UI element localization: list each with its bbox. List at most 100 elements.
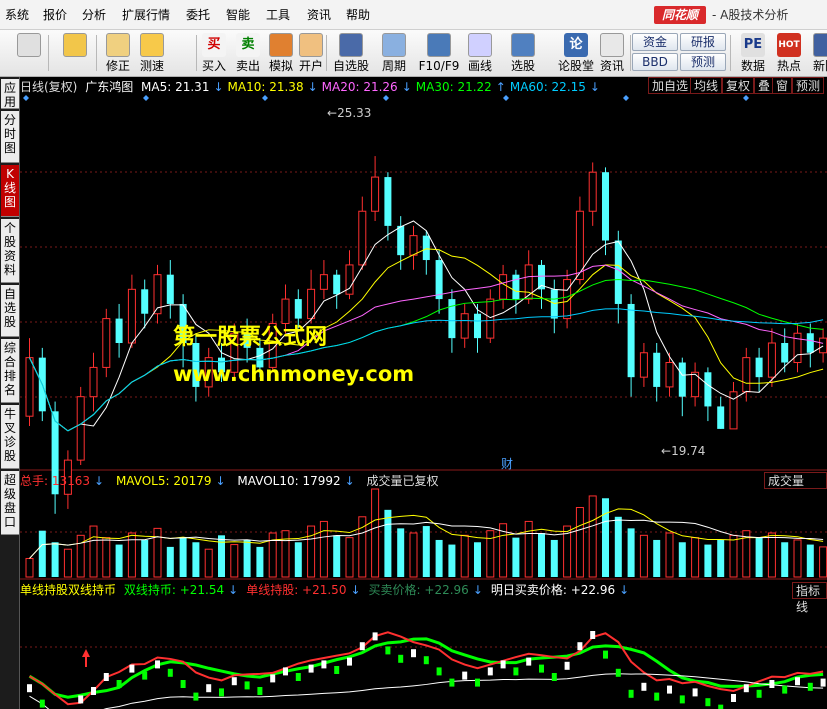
sell-button[interactable]: 卖卖出	[232, 31, 264, 75]
candle-body	[409, 235, 418, 256]
clock-button[interactable]: 测速	[136, 31, 168, 75]
menu-item-4[interactable]: 委托	[186, 7, 210, 23]
indicator-button-3[interactable]: 预测	[680, 53, 726, 71]
date-marker	[503, 95, 509, 101]
candle-body	[627, 303, 635, 378]
indicator-bar	[743, 684, 749, 693]
volume-bar	[192, 542, 200, 577]
lock-icon	[299, 33, 323, 57]
menu-item-2[interactable]: 分析	[82, 7, 106, 23]
low-price-value: 19.74	[671, 444, 706, 458]
side-tab-7[interactable]: 超级盘口	[1, 471, 19, 535]
ma-value: MA5: 21.31	[141, 80, 210, 94]
indicator-bar	[257, 687, 263, 695]
volume-bar	[448, 544, 456, 577]
finance-event-marker[interactable]: 财	[501, 458, 513, 470]
menu-item-8[interactable]: 帮助	[346, 7, 370, 23]
total-volume: 总手: 13163 ↓	[20, 474, 105, 488]
kline-button-5[interactable]: 预测	[792, 77, 825, 94]
menu-item-6[interactable]: 工具	[266, 7, 290, 23]
indicator-button-1[interactable]: 研报	[680, 33, 726, 51]
indicator-bar	[795, 677, 800, 686]
volume-bar	[588, 495, 597, 578]
indicator-button-2[interactable]: BBD	[632, 53, 678, 71]
kline-chart-svg[interactable]	[20, 77, 827, 709]
back-arrow-icon	[63, 33, 87, 57]
pencil-button[interactable]: 画线	[461, 31, 499, 75]
side-tab-char: 股	[3, 235, 16, 249]
volume-bar	[333, 535, 341, 577]
star-button[interactable]: 自选股	[332, 31, 370, 75]
hot-button[interactable]: HOT 热点	[772, 31, 806, 75]
back-arrow-button[interactable]	[58, 31, 92, 75]
grid-button[interactable]	[14, 31, 44, 75]
indicator-line-button[interactable]: 指标线	[792, 582, 827, 614]
volume-bar	[422, 526, 430, 577]
chart-area[interactable]: 日线(复权) 广东鸿图 MA5: 21.31 ↓ MA10: 21.38 ↓ MA20:…	[20, 77, 827, 709]
indicator-bar	[244, 681, 250, 690]
volume-bar	[793, 539, 802, 578]
f10-button[interactable]: F10/F9	[418, 31, 460, 75]
volume-bar	[755, 537, 763, 577]
kline-button-3[interactable]: 叠	[754, 77, 775, 94]
pe-button[interactable]: PE 数据	[736, 31, 770, 75]
kline-button-1[interactable]: 均线	[690, 77, 723, 94]
kline-button-0[interactable]: 加自选	[648, 77, 693, 94]
ma-label-3: MA30: 21.22 ↑	[416, 80, 506, 94]
indicator-arrow: ↓	[350, 583, 361, 597]
menu-item-3[interactable]: 扩展行情	[122, 7, 170, 23]
menu-item-0[interactable]: 系统	[5, 7, 29, 23]
kline-button-4[interactable]: 窗	[772, 77, 793, 94]
menu-item-5[interactable]: 智能	[226, 7, 250, 23]
up-down-arrows-button[interactable]: 修正	[102, 31, 134, 75]
candle-body	[333, 274, 341, 295]
document-button[interactable]: 资讯	[596, 31, 628, 75]
side-tab-3[interactable]: 个股资料	[1, 219, 19, 283]
toolbar-label: 开户	[298, 59, 323, 73]
mavol10-label: MAVOL10: 17992 ↓	[237, 474, 355, 488]
indicator-header: 单线持股双线持币 双线持币: +21.54 ↓ 单线持股: +21.50 ↓ 买卖价格:…	[20, 582, 637, 598]
star-icon	[339, 33, 363, 57]
indicator-bar	[577, 642, 583, 651]
toolbar-label: 周期	[381, 59, 406, 73]
lock-button[interactable]: 开户	[296, 31, 326, 75]
volume-bar	[166, 546, 174, 577]
indicator-bar	[180, 680, 186, 688]
side-tab-6[interactable]: 牛叉诊股	[1, 405, 19, 469]
indicator-bar	[78, 695, 84, 704]
side-tab-char: 图	[3, 195, 16, 209]
candle-body	[397, 225, 405, 256]
side-tab-char: 个	[3, 221, 16, 235]
side-tab-2[interactable]: K线图	[1, 165, 19, 217]
hammer-button[interactable]: 模拟	[266, 31, 296, 75]
forum-icon: 论	[564, 33, 588, 57]
candle-body	[166, 274, 174, 304]
volume-bar	[384, 509, 392, 577]
indicator-bar	[590, 631, 596, 639]
candle-body	[639, 352, 648, 378]
menu-item-7[interactable]: 资讯	[307, 7, 331, 23]
buy-button[interactable]: 买买入	[198, 31, 230, 75]
forum-button[interactable]: 论论股堂	[556, 31, 596, 75]
candle-body	[704, 372, 712, 407]
kline-button-2[interactable]: 复权	[722, 77, 755, 94]
candle-body	[653, 352, 661, 387]
volume-indicator-button[interactable]: 成交量	[764, 472, 827, 489]
menu-item-1[interactable]: 报价	[43, 7, 67, 23]
ma-value: MA60: 22.15	[509, 80, 586, 94]
side-tab-0[interactable]: 应用	[1, 79, 19, 109]
side-tab-1[interactable]: 分时图	[1, 111, 19, 163]
screen-button[interactable]: 选股	[504, 31, 542, 75]
toolbar-label: 买入	[201, 59, 226, 73]
side-tab-5[interactable]: 综合排名	[1, 339, 19, 403]
new-button[interactable]: 新阶	[808, 31, 827, 75]
period-label: 日线(复权)	[20, 80, 78, 94]
candle-body	[127, 288, 136, 344]
indicator-bar	[551, 673, 557, 681]
indicator-item-0: 双线持币: +21.54 ↓	[124, 583, 242, 597]
indicator-button-0[interactable]: 资金	[632, 33, 678, 51]
cycle-button[interactable]: 周期	[375, 31, 413, 75]
date-marker	[262, 95, 268, 101]
brand-logo: 同花顺	[654, 6, 706, 24]
side-tab-4[interactable]: 自选股	[1, 285, 19, 337]
